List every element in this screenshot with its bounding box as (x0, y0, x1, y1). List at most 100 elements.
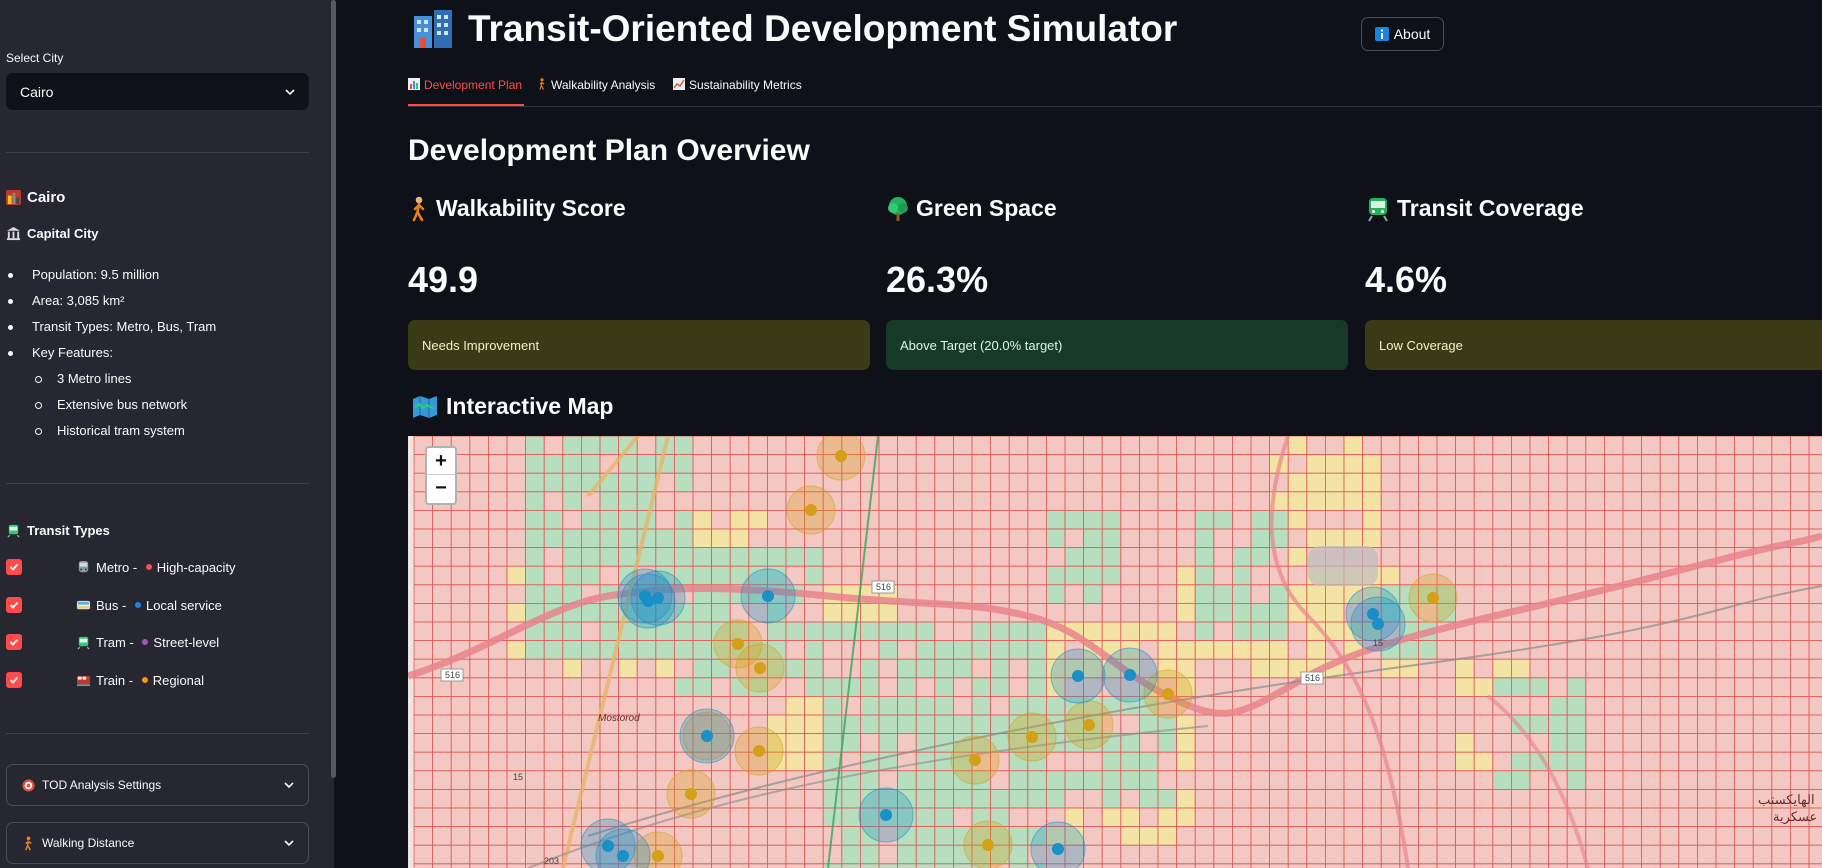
grid-cell (1436, 510, 1457, 530)
transit-type-train[interactable]: Train - Regional (6, 670, 204, 690)
grid-cell (1604, 640, 1624, 660)
station-marker[interactable] (880, 809, 892, 821)
grid-cell (432, 565, 452, 586)
grid-cell (1473, 863, 1494, 868)
station-marker[interactable] (1372, 618, 1384, 630)
grid-cell (1139, 436, 1159, 456)
station-marker[interactable] (1124, 669, 1136, 681)
grid-cell (1808, 658, 1822, 679)
grid-cell (1697, 454, 1717, 474)
grid-cell (1529, 770, 1550, 790)
grid-cell (1771, 454, 1791, 474)
zoom-in-button[interactable]: + (427, 448, 455, 474)
station-marker[interactable] (1052, 843, 1064, 855)
zoom-out-button[interactable]: − (427, 474, 455, 501)
about-button[interactable]: About (1361, 17, 1444, 51)
grid-cell (1734, 584, 1754, 604)
train-checkbox[interactable] (6, 672, 22, 688)
grid-cell (543, 565, 564, 586)
grid-cell (525, 640, 545, 660)
divider (6, 483, 309, 484)
tab-development-plan[interactable]: Development Plan (408, 76, 524, 106)
grid-cell (636, 472, 657, 493)
grid-cell (1715, 454, 1736, 474)
grid-cell (488, 733, 508, 753)
grid-cell (1157, 454, 1178, 474)
grid-cell (618, 677, 638, 697)
grid-cell (1101, 844, 1122, 865)
station-marker[interactable] (1026, 731, 1038, 743)
metro-checkbox[interactable] (6, 559, 22, 575)
grid-cell (1362, 472, 1382, 493)
interactive-map[interactable]: 516 516 516 15 15 203 Mostorod الهايكستب… (408, 436, 1822, 868)
transit-type-metro[interactable]: Metro - High-capacity (6, 557, 236, 577)
grid-cell (1176, 510, 1196, 530)
grid-cell (953, 695, 973, 716)
sidebar-scrollbar[interactable] (331, 0, 336, 778)
tab-walkability-analysis[interactable]: Walkability Analysis (537, 76, 655, 106)
station-marker[interactable] (762, 590, 774, 602)
station-marker[interactable] (685, 788, 697, 800)
grid-cell (1678, 677, 1698, 697)
grid-cell (636, 677, 657, 697)
grid-cell (1399, 695, 1419, 716)
grid-cell (766, 472, 787, 493)
grid-cell (1064, 770, 1085, 790)
grid-cell (766, 826, 787, 846)
station-marker[interactable] (1427, 592, 1439, 604)
transit-type-tram[interactable]: Tram - Street-level (6, 632, 219, 652)
station-marker[interactable] (805, 504, 817, 516)
grid-cell (1306, 454, 1326, 474)
grid-cell (1120, 844, 1140, 865)
grid-cell (1678, 640, 1698, 660)
grid-cell (1213, 751, 1233, 772)
grid-cell (469, 528, 489, 549)
station-marker[interactable] (835, 450, 847, 462)
station-marker[interactable] (969, 754, 981, 766)
tram-checkbox[interactable] (6, 634, 22, 650)
city-select[interactable]: Cairo (6, 73, 309, 110)
station-marker[interactable] (1072, 670, 1084, 682)
station-marker[interactable] (754, 662, 766, 674)
grid-cell (1418, 491, 1438, 511)
grid-cell (543, 788, 564, 809)
grid-cell (1566, 491, 1587, 511)
station-marker[interactable] (652, 592, 664, 604)
grid-cell (1678, 751, 1698, 772)
station-marker[interactable] (982, 839, 994, 851)
bus-checkbox[interactable] (6, 597, 22, 613)
grid-cell (1752, 491, 1773, 511)
grid-cell (1194, 565, 1215, 586)
grid-cell (878, 677, 899, 697)
station-marker[interactable] (1162, 688, 1174, 700)
metro-name: Metro (96, 559, 130, 575)
grid-cell (878, 510, 899, 530)
grid-cell (841, 547, 861, 567)
station-marker[interactable] (1083, 719, 1095, 731)
grid-cell (413, 751, 434, 772)
grid-cell (413, 807, 434, 828)
station-marker[interactable] (617, 850, 629, 862)
station-marker[interactable] (732, 638, 744, 650)
tod-analysis-settings-expander[interactable]: TOD Analysis Settings (6, 764, 309, 806)
green-space-title: Green Space (916, 195, 1057, 221)
station-marker[interactable] (652, 850, 664, 862)
map-canvas[interactable]: 516 516 516 15 15 203 Mostorod الهايكستب… (408, 436, 1822, 868)
tab-sustainability-metrics[interactable]: Sustainability Metrics (673, 76, 802, 106)
station-marker[interactable] (753, 745, 765, 757)
grid-cell (897, 565, 917, 586)
grid-cell (1083, 844, 1103, 865)
grid-cell (1659, 472, 1680, 493)
tram-color-dot (142, 639, 149, 645)
transit-type-bus[interactable]: Bus - Local service (6, 595, 222, 615)
grid-cell (1120, 714, 1140, 735)
grid-cell (1287, 640, 1308, 660)
grid-cell (1492, 751, 1512, 772)
grid-cell (506, 565, 527, 586)
grid-cell (822, 714, 843, 735)
grid-cell (1194, 658, 1215, 679)
walking-distance-expander[interactable]: Walking Distance (6, 822, 309, 864)
grid-cell (841, 863, 861, 868)
station-marker[interactable] (701, 730, 713, 742)
grid-cell (1418, 510, 1438, 530)
